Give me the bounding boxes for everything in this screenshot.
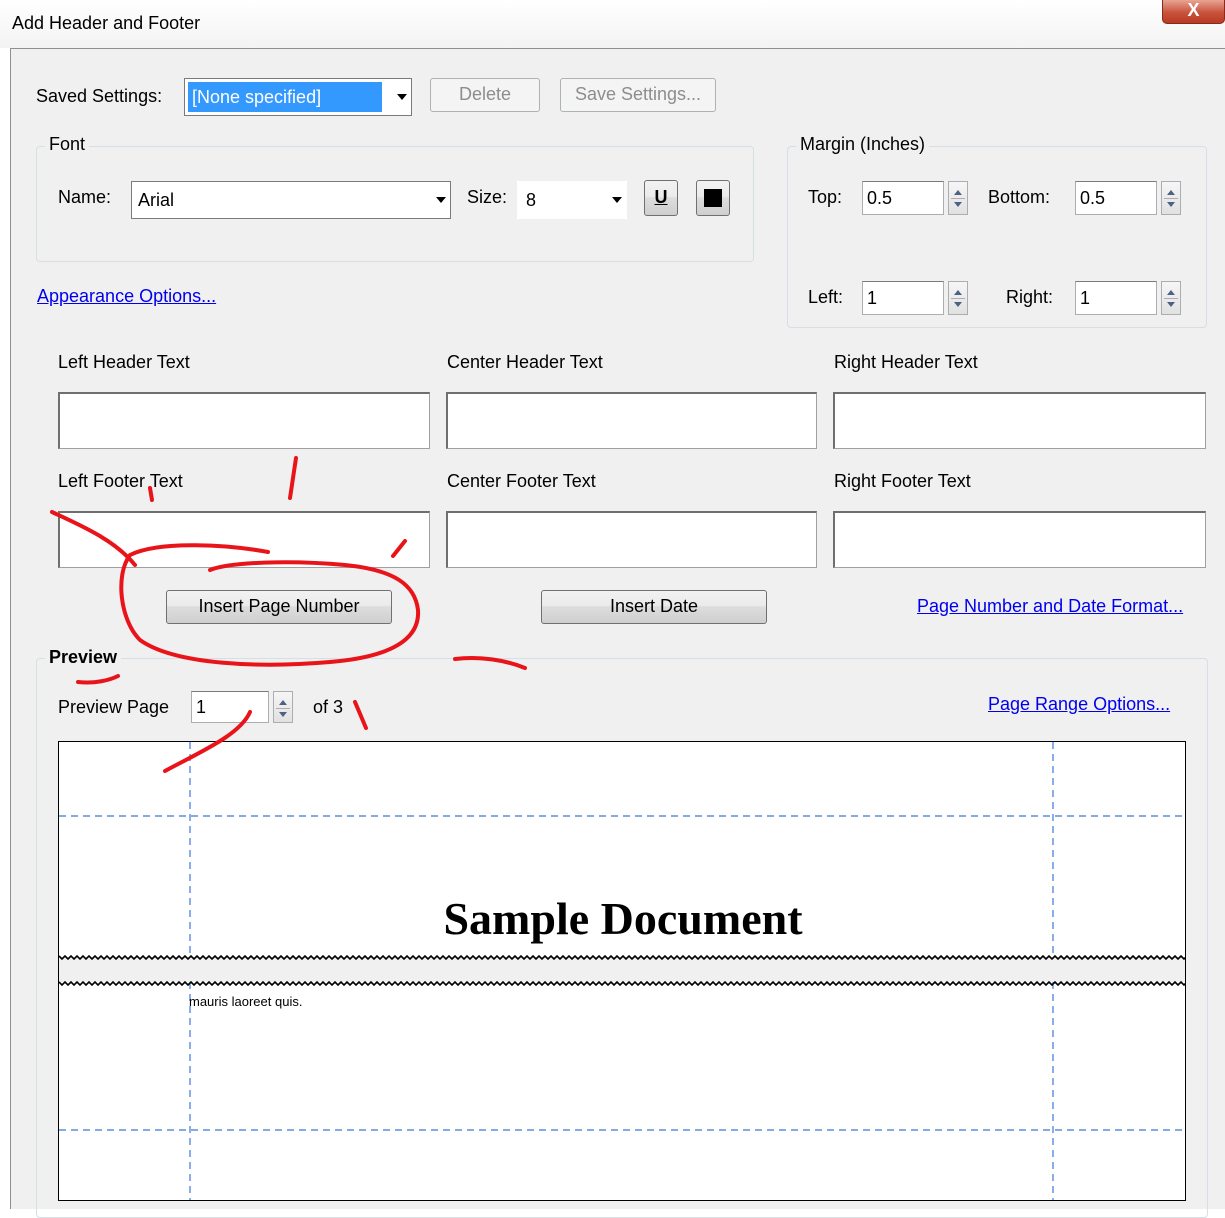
margin-legend: Margin (Inches) bbox=[796, 134, 930, 155]
margin-top-spinner[interactable] bbox=[948, 181, 968, 215]
sample-body-text: mauris laoreet quis. bbox=[189, 994, 303, 1009]
font-size-dropdown[interactable]: 8 bbox=[517, 181, 627, 219]
font-name-value: Arial bbox=[138, 190, 175, 210]
margin-right-input[interactable]: 1 bbox=[1075, 281, 1157, 315]
margin-right-label: Right: bbox=[1006, 287, 1054, 307]
underline-button[interactable]: U bbox=[644, 180, 678, 216]
margin-right-spinner[interactable] bbox=[1161, 281, 1181, 315]
page-range-options-link[interactable]: Page Range Options... bbox=[988, 694, 1170, 715]
chevron-down-icon bbox=[397, 94, 407, 100]
preview-page-input[interactable]: 1 bbox=[191, 691, 269, 723]
font-size-value: 8 bbox=[526, 190, 537, 210]
save-settings-button[interactable]: Save Settings... bbox=[560, 78, 716, 112]
appearance-options-link[interactable]: Appearance Options... bbox=[37, 286, 216, 307]
left-footer-label: Left Footer Text bbox=[58, 471, 183, 491]
close-button[interactable]: X bbox=[1162, 0, 1225, 24]
margin-bottom-label: Bottom: bbox=[988, 187, 1051, 207]
center-footer-label: Center Footer Text bbox=[447, 471, 596, 491]
chevron-down-icon bbox=[436, 197, 446, 203]
saved-settings-value: [None specified] bbox=[188, 82, 382, 112]
saved-settings-label: Saved Settings: bbox=[36, 86, 163, 106]
insert-date-button[interactable]: Insert Date bbox=[541, 590, 767, 624]
font-name-label: Name: bbox=[58, 187, 112, 207]
margin-bottom-input[interactable]: 0.5 bbox=[1075, 181, 1157, 215]
margin-top-label: Top: bbox=[808, 187, 843, 207]
chevron-down-icon bbox=[612, 197, 622, 203]
center-header-label: Center Header Text bbox=[447, 352, 603, 372]
font-color-button[interactable] bbox=[696, 180, 730, 216]
preview-page-label: Preview Page bbox=[58, 697, 170, 717]
left-header-input[interactable] bbox=[58, 392, 430, 449]
close-icon: X bbox=[1187, 0, 1200, 20]
preview-legend: Preview bbox=[45, 647, 122, 668]
font-name-dropdown[interactable]: Arial bbox=[131, 181, 451, 219]
saved-settings-dropdown[interactable]: [None specified] bbox=[184, 78, 412, 116]
preview-page-spinner[interactable] bbox=[273, 691, 293, 723]
margin-left-spinner[interactable] bbox=[948, 281, 968, 315]
center-header-input[interactable] bbox=[446, 392, 817, 449]
underline-icon: U bbox=[654, 187, 668, 207]
right-footer-label: Right Footer Text bbox=[834, 471, 971, 491]
left-footer-input[interactable] bbox=[58, 511, 430, 568]
right-footer-input[interactable] bbox=[833, 511, 1206, 568]
preview-guides bbox=[59, 742, 1185, 1200]
margin-top-input[interactable]: 0.5 bbox=[862, 181, 944, 215]
delete-button[interactable]: Delete bbox=[430, 78, 540, 112]
right-header-label: Right Header Text bbox=[834, 352, 978, 372]
color-swatch-icon bbox=[704, 189, 722, 207]
right-header-input[interactable] bbox=[833, 392, 1206, 449]
margin-bottom-spinner[interactable] bbox=[1161, 181, 1181, 215]
center-footer-input[interactable] bbox=[446, 511, 817, 568]
insert-page-number-button[interactable]: Insert Page Number bbox=[166, 590, 392, 624]
page-number-date-format-link[interactable]: Page Number and Date Format... bbox=[917, 596, 1183, 617]
margin-left-input[interactable]: 1 bbox=[862, 281, 944, 315]
window-title: Add Header and Footer bbox=[12, 13, 201, 33]
preview-pane: Sample Document mauris laoreet quis. bbox=[58, 741, 1186, 1201]
left-header-label: Left Header Text bbox=[58, 352, 190, 372]
margin-left-label: Left: bbox=[808, 287, 844, 307]
page-count-label: of 3 bbox=[313, 697, 344, 717]
sample-document-title: Sample Document bbox=[443, 893, 803, 944]
font-legend: Font bbox=[45, 134, 90, 155]
font-size-label: Size: bbox=[467, 187, 508, 207]
